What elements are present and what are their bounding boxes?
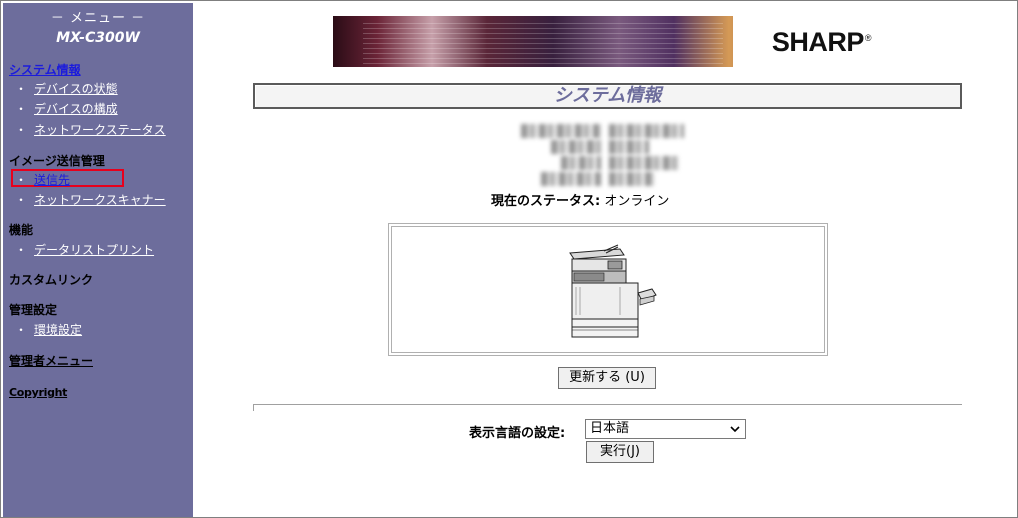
sidebar-item-label: デバイスの状態 (34, 82, 118, 96)
bullet: ・ (15, 123, 28, 137)
registered-mark: ® (864, 33, 872, 43)
sidebar-link-admin-menu[interactable]: 管理者メニュー (9, 352, 93, 369)
refresh-button[interactable]: 更新する (U) (558, 367, 656, 389)
sidebar-section-image-send: イメージ送信管理 (9, 154, 105, 168)
sidebar-item-device-status[interactable]: ・デバイスの状態 (15, 80, 118, 97)
bullet: ・ (15, 243, 28, 257)
sidebar-item-data-list-print[interactable]: ・データリストプリント (15, 241, 154, 258)
bullet: ・ (15, 323, 28, 337)
status-label: 現在のステータス: (491, 194, 601, 209)
bullet: ・ (15, 82, 28, 96)
sidebar-item-device-config[interactable]: ・デバイスの構成 (15, 100, 118, 117)
sidebar-item-label: データリストプリント (34, 243, 155, 257)
browser-frame: － メニュー － MX-C300W システム情報 ・デバイスの状態 ・デバイスの… (0, 0, 1018, 518)
section-divider (253, 404, 962, 406)
run-button[interactable]: 実行(J) (586, 441, 654, 463)
language-select[interactable]: 日本語 (585, 419, 746, 439)
model-name: MX-C300W (56, 30, 140, 46)
multifunction-printer-icon (569, 244, 657, 338)
bullet: ・ (15, 102, 28, 116)
page-title-bar: システム情報 (253, 83, 962, 109)
copyright-link[interactable]: Copyright (9, 386, 67, 399)
sidebar-item-label: 環境設定 (34, 323, 83, 337)
device-image-panel (391, 226, 825, 353)
page-title: システム情報 (553, 85, 662, 106)
bullet: ・ (15, 193, 28, 207)
sidebar-item-label: 送信先 (34, 173, 71, 187)
device-image-frame (388, 223, 828, 356)
sidebar-item-label: デバイスの構成 (34, 102, 118, 116)
banner-decoration (363, 19, 723, 64)
bullet: ・ (15, 173, 28, 187)
sidebar-section-functions: 機能 (9, 223, 34, 237)
sidebar-section-custom-link: カスタムリンク (9, 273, 94, 287)
language-selected-value: 日本語 (590, 421, 630, 436)
sidebar-item-network-status[interactable]: ・ネットワークステータス (15, 121, 166, 138)
brand-text: SHARP (771, 27, 865, 57)
language-setting-label: 表示言語の設定: (469, 426, 566, 441)
redacted-device-info (521, 122, 686, 186)
sharp-logo: SHARP® (771, 27, 872, 58)
sharp-banner: SHARP® (333, 16, 883, 67)
current-status: 現在のステータス: オンライン (491, 190, 669, 209)
sidebar-item-label: ネットワークスキャナー (34, 193, 166, 207)
menu-heading: － メニュー － (50, 11, 146, 26)
sidebar-section-system-info[interactable]: システム情報 (9, 61, 81, 78)
divider-tick (253, 404, 254, 411)
sidebar-item-environment-settings[interactable]: ・環境設定 (15, 321, 82, 338)
sidebar-section-admin-settings: 管理設定 (9, 303, 58, 317)
chevron-down-icon (729, 420, 741, 443)
sidebar-menu: － メニュー － MX-C300W システム情報 ・デバイスの状態 ・デバイスの… (3, 3, 193, 517)
sidebar-item-network-scanner[interactable]: ・ネットワークスキャナー (15, 191, 166, 208)
sidebar-item-label: ネットワークステータス (34, 123, 166, 137)
status-value: オンライン (604, 194, 670, 209)
sidebar-item-destination[interactable]: ・送信先 (15, 171, 70, 188)
